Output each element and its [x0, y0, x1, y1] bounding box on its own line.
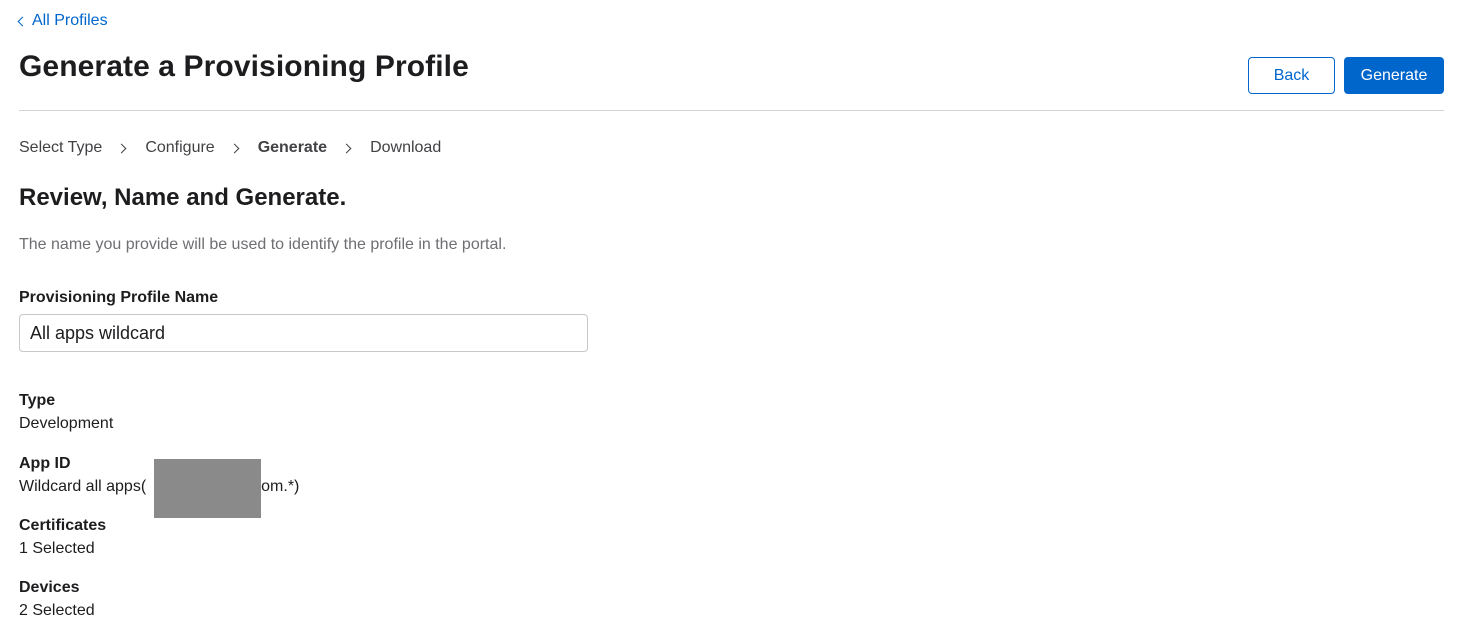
profile-name-label: Provisioning Profile Name	[19, 289, 219, 306]
devices-label: Devices	[19, 579, 80, 596]
certificates-label: Certificates	[19, 517, 107, 534]
step-breadcrumb: Select Type Configure Generate Download	[19, 139, 441, 157]
chevron-right-icon	[229, 143, 240, 153]
page-title: Generate a Provisioning Profile	[19, 50, 469, 83]
header-divider	[19, 110, 1444, 111]
step-generate: Generate	[257, 139, 328, 156]
detail-devices: Devices 2 Selected	[19, 576, 95, 622]
chevron-right-icon	[116, 143, 127, 153]
all-profiles-label: All Profiles	[32, 12, 108, 29]
detail-certificates: Certificates 1 Selected	[19, 514, 106, 560]
type-value: Development	[19, 415, 114, 432]
redaction-block	[154, 459, 261, 518]
detail-type: Type Development	[19, 389, 113, 435]
section-description: The name you provide will be used to ide…	[19, 236, 507, 253]
profile-name-input[interactable]	[19, 314, 588, 352]
step-select-type: Select Type	[19, 139, 103, 156]
chevron-right-icon	[341, 143, 352, 153]
type-label: Type	[19, 392, 56, 409]
all-profiles-link[interactable]: All Profiles	[17, 12, 108, 30]
devices-value: 2 Selected	[19, 602, 95, 619]
section-title: Review, Name and Generate.	[19, 184, 347, 211]
step-configure: Configure	[145, 139, 215, 156]
step-download: Download	[370, 139, 442, 156]
certificates-value: 1 Selected	[19, 540, 95, 557]
app-id-prefix: Wildcard all apps(	[19, 478, 147, 495]
back-button[interactable]: Back	[1248, 57, 1335, 94]
chevron-left-icon	[17, 16, 28, 27]
generate-button[interactable]: Generate	[1344, 57, 1444, 94]
